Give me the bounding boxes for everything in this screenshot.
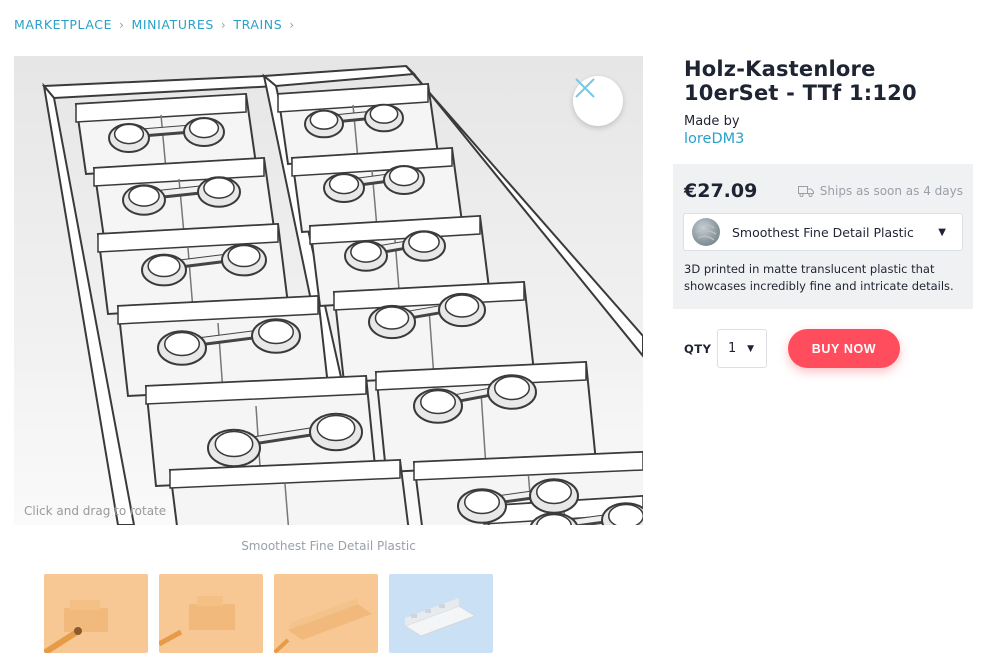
wheel-face	[388, 165, 420, 187]
thumbnail-1[interactable]	[44, 574, 148, 653]
wheel-face	[419, 389, 457, 415]
close-viewer-button[interactable]	[573, 76, 623, 126]
thumbnail-image	[274, 574, 378, 653]
wheel-face	[535, 479, 573, 505]
model-viewer[interactable]: Click and drag to rotate	[14, 56, 643, 525]
wheel-face	[113, 123, 145, 145]
material-texture	[696, 223, 717, 241]
wheel-face	[350, 241, 382, 263]
thumbnail-image	[389, 574, 493, 653]
wheel-face	[607, 503, 643, 525]
wheel-face	[203, 177, 235, 199]
thumbnail-4[interactable]	[389, 574, 493, 653]
breadcrumb-marketplace[interactable]: MARKETPLACE	[14, 17, 112, 32]
shipping-info: Ships as soon as 4 days	[797, 184, 963, 198]
caret-down-icon: ▼	[747, 343, 754, 354]
material-caption: Smoothest Fine Detail Plastic	[241, 539, 416, 553]
chevron-right-icon: ›	[289, 17, 295, 32]
thumbnail-3[interactable]	[274, 574, 378, 653]
author-link[interactable]: loreDM3	[684, 131, 744, 147]
wheel-face	[374, 306, 410, 330]
wheel-face	[369, 104, 399, 124]
close-icon	[575, 78, 595, 98]
thumbnail-strip	[44, 574, 493, 653]
material-description: 3D printed in matte translucent plastic …	[684, 262, 954, 293]
material-dropdown[interactable]: Smoothest Fine Detail Plastic ▼	[683, 213, 963, 251]
wheel-face	[309, 110, 339, 130]
wheel-face	[188, 117, 220, 139]
wheel-face	[257, 319, 295, 345]
buy-now-button[interactable]: BUY NOW	[788, 329, 900, 368]
wheel-face	[493, 375, 531, 401]
wheel-face	[408, 231, 440, 253]
price: €27.09	[684, 180, 758, 202]
thumbnail-image	[44, 574, 148, 653]
thumbnail-image	[159, 574, 263, 653]
breadcrumb-miniatures[interactable]: MINIATURES	[132, 17, 214, 32]
wheel-face	[147, 254, 181, 278]
rotate-hint: Click and drag to rotate	[24, 504, 167, 518]
thumbnail-2[interactable]	[159, 574, 263, 653]
wheel-face	[128, 185, 160, 207]
breadcrumb: MARKETPLACE › MINIATURES › TRAINS ›	[14, 17, 302, 32]
shipping-text: Ships as soon as 4 days	[819, 184, 963, 198]
made-by-label: Made by	[684, 114, 740, 129]
wheel-face	[227, 244, 261, 268]
sprue-frame	[261, 64, 417, 88]
product-title: Holz-Kastenlore 10erSet - TTf 1:120	[684, 57, 917, 105]
material-selected: Smoothest Fine Detail Plastic	[732, 224, 914, 240]
caret-down-icon: ▼	[938, 226, 946, 238]
wheel-face	[163, 331, 201, 357]
wheel-face	[328, 173, 360, 195]
quantity-value: 1	[728, 341, 737, 356]
chevron-right-icon: ›	[220, 17, 227, 32]
material-swatch-icon	[692, 218, 720, 246]
wheel-face	[463, 489, 501, 515]
breadcrumb-trains[interactable]: TRAINS	[233, 17, 282, 32]
wheel-face	[214, 430, 254, 458]
wheel-face	[316, 414, 356, 442]
truck-icon	[797, 186, 814, 197]
3d-model-render	[41, 64, 643, 525]
purchase-panel: €27.09 Ships as soon as 4 days Smoothest…	[673, 164, 973, 309]
quantity-dropdown[interactable]: 1 ▼	[717, 329, 767, 368]
chevron-right-icon: ›	[119, 17, 125, 32]
qty-label: QTY	[684, 342, 712, 356]
wheel-face	[444, 294, 480, 318]
